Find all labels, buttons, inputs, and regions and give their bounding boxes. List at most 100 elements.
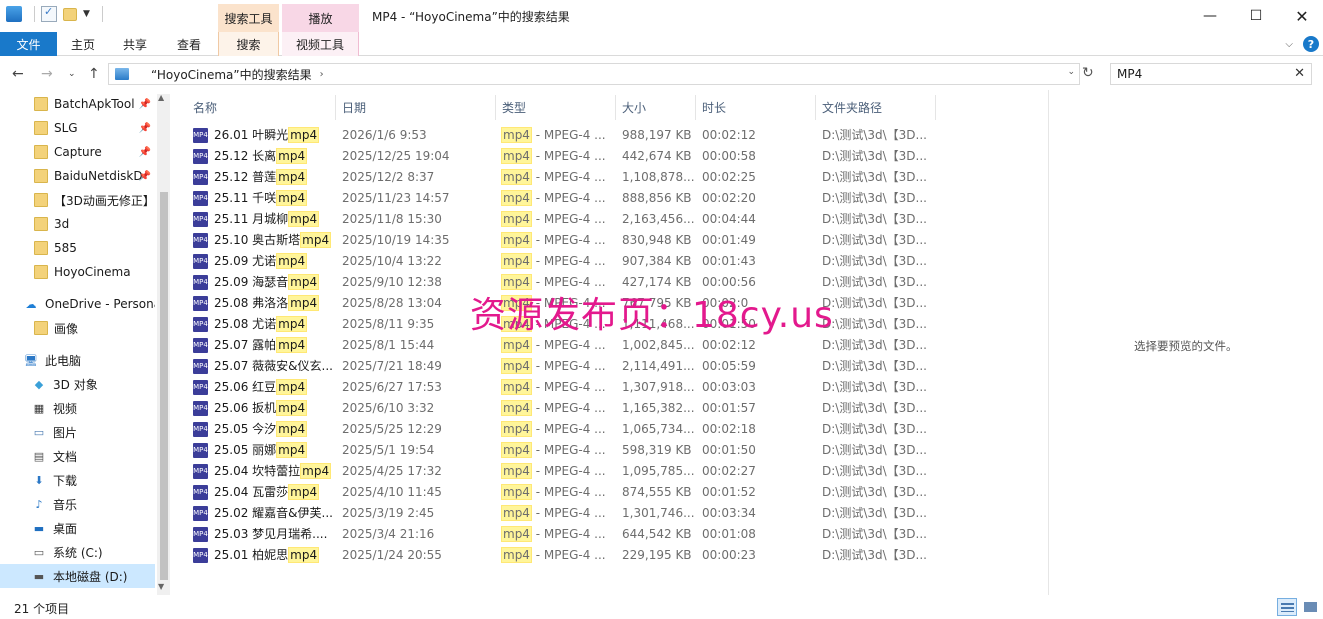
nav-item-batchapktool[interactable]: BatchApkTool 📌 bbox=[0, 92, 155, 116]
file-name-cell[interactable]: MP4 25.05 今汐 mp4 bbox=[193, 419, 338, 440]
refresh-icon[interactable]: ↻ bbox=[1082, 65, 1094, 81]
file-name-cell[interactable]: MP4 25.12 长离 mp4 bbox=[193, 146, 338, 167]
type-cell: mp4 - MPEG-4 ... bbox=[501, 125, 613, 146]
clear-search-icon[interactable]: ✕ bbox=[1294, 66, 1305, 81]
file-name-cell[interactable]: MP4 25.04 坎特蕾拉 mp4 bbox=[193, 461, 338, 482]
file-name-cell[interactable]: MP4 25.08 弗洛洛 mp4 bbox=[193, 293, 338, 314]
file-name-cell[interactable]: MP4 25.04 瓦雷莎 mp4 bbox=[193, 482, 338, 503]
tab-search[interactable]: 搜索 bbox=[218, 32, 279, 56]
table-row[interactable]: MP4 26.01 叶瞬光 mp4 2026/1/6 9:53 mp4 - MPEG-4… bbox=[193, 125, 953, 146]
tab-video-tools[interactable]: 视频工具 bbox=[282, 32, 359, 56]
mp4-file-icon: MP4 bbox=[193, 254, 208, 269]
nav-item-585[interactable]: 585 bbox=[0, 236, 155, 260]
nav-item-hoyocinema[interactable]: HoyoCinema bbox=[0, 260, 155, 284]
scroll-down-arrow-icon[interactable]: ▼ bbox=[158, 582, 164, 591]
nav-item-capture[interactable]: Capture 📌 bbox=[0, 140, 155, 164]
expand-ribbon-chevron-icon[interactable]: ⌵ bbox=[1285, 39, 1293, 50]
help-icon[interactable]: ? bbox=[1303, 36, 1319, 52]
file-name-cell[interactable]: MP4 25.03 梦见月瑞希.... bbox=[193, 524, 338, 545]
file-name-cell[interactable]: MP4 25.07 薇薇安&仪玄... bbox=[193, 356, 338, 377]
nav-item-slg[interactable]: SLG 📌 bbox=[0, 116, 155, 140]
tab-share[interactable]: 共享 bbox=[112, 32, 158, 56]
file-name-cell[interactable]: MP4 25.11 月城柳 mp4 bbox=[193, 209, 338, 230]
table-row[interactable]: MP4 25.07 露帕 mp4 2025/8/1 15:44 mp4 - MPEG-4… bbox=[193, 335, 953, 356]
up-arrow-icon[interactable]: ↑ bbox=[88, 66, 100, 82]
table-row[interactable]: MP4 25.04 瓦雷莎 mp4 2025/4/10 11:45 mp4 - MPEG… bbox=[193, 482, 953, 503]
nav-item-music[interactable]: ♪ 音乐 bbox=[0, 492, 155, 516]
type-cell: mp4 - MPEG-4 ... bbox=[501, 419, 613, 440]
file-name-cell[interactable]: MP4 25.05 丽娜 mp4 bbox=[193, 440, 338, 461]
nav-item-pictures[interactable]: ▭ 图片 bbox=[0, 420, 155, 444]
back-arrow-icon[interactable]: ← bbox=[12, 66, 24, 82]
table-row[interactable]: MP4 25.11 千咲 mp4 2025/11/23 14:57 mp4 - MPEG… bbox=[193, 188, 953, 209]
scroll-up-arrow-icon[interactable]: ▲ bbox=[158, 93, 164, 102]
table-row[interactable]: MP4 25.09 尤诺 mp4 2025/10/4 13:22 mp4 - MPEG-… bbox=[193, 251, 953, 272]
address-bar[interactable]: “HoyoCinema”中的搜索结果 › ⌄ bbox=[108, 63, 1080, 85]
nav-item-downloads[interactable]: ⬇ 下载 bbox=[0, 468, 155, 492]
file-name-cell[interactable]: MP4 25.01 柏妮思 mp4 bbox=[193, 545, 338, 566]
maximize-button[interactable]: ☐ bbox=[1233, 0, 1279, 32]
breadcrumb-chevron-icon[interactable]: › bbox=[320, 69, 324, 80]
tab-home[interactable]: 主页 bbox=[60, 32, 106, 56]
nav-item-pictures-onedrive[interactable]: 画像 bbox=[0, 316, 155, 340]
file-name-cell[interactable]: MP4 25.12 普莲 mp4 bbox=[193, 167, 338, 188]
table-row[interactable]: MP4 25.03 梦见月瑞希.... 2025/3/4 21:16 mp4 - MP… bbox=[193, 524, 953, 545]
column-header-date[interactable]: 日期 bbox=[336, 95, 496, 120]
forward-arrow-icon[interactable]: → bbox=[41, 66, 53, 82]
table-row[interactable]: MP4 25.12 普莲 mp4 2025/12/2 8:37 mp4 - MPEG-4… bbox=[193, 167, 953, 188]
file-name-cell[interactable]: MP4 25.06 扳机 mp4 bbox=[193, 398, 338, 419]
close-button[interactable]: ✕ bbox=[1279, 0, 1323, 32]
table-row[interactable]: MP4 25.06 红豆 mp4 2025/6/27 17:53 mp4 - MPEG-… bbox=[193, 377, 953, 398]
address-dropdown-icon[interactable]: ⌄ bbox=[1067, 67, 1075, 77]
file-name-cell[interactable]: MP4 25.10 奥古斯塔 mp4 bbox=[193, 230, 338, 251]
file-name-cell[interactable]: MP4 26.01 叶瞬光 mp4 bbox=[193, 125, 338, 146]
nav-item-desktop[interactable]: ▬ 桌面 bbox=[0, 516, 155, 540]
minimize-button[interactable]: — bbox=[1187, 0, 1233, 32]
details-view-icon[interactable] bbox=[1277, 598, 1297, 616]
column-header-size[interactable]: 大小 bbox=[616, 95, 696, 120]
file-name-cell[interactable]: MP4 25.09 海瑟音 mp4 bbox=[193, 272, 338, 293]
address-path[interactable]: “HoyoCinema”中的搜索结果 bbox=[151, 66, 312, 83]
type-text: - MPEG-4 ... bbox=[531, 191, 606, 205]
new-folder-icon[interactable] bbox=[63, 7, 77, 21]
table-row[interactable]: MP4 25.12 长离 mp4 2025/12/25 19:04 mp4 - MPEG… bbox=[193, 146, 953, 167]
nav-scrollbar-thumb[interactable] bbox=[160, 192, 168, 580]
properties-icon[interactable] bbox=[41, 5, 57, 22]
nav-item-videos[interactable]: ▦ 视频 bbox=[0, 396, 155, 420]
column-header-folder-path[interactable]: 文件夹路径 bbox=[816, 95, 936, 120]
large-icons-view-icon[interactable] bbox=[1301, 598, 1321, 616]
column-header-duration[interactable]: 时长 bbox=[696, 95, 816, 120]
nav-item-3d[interactable]: 3d bbox=[0, 212, 155, 236]
column-header-type[interactable]: 类型 bbox=[496, 95, 616, 120]
nav-item-3d-anime[interactable]: 【3D动画无修正】 bbox=[0, 188, 155, 212]
table-row[interactable]: MP4 25.05 今汐 mp4 2025/5/25 12:29 mp4 - MPEG-… bbox=[193, 419, 953, 440]
search-input-value[interactable]: MP4 bbox=[1117, 67, 1142, 81]
customize-toolbar-dropdown-icon[interactable]: ▼ bbox=[83, 9, 90, 19]
nav-item-documents[interactable]: ▤ 文档 bbox=[0, 444, 155, 468]
table-row[interactable]: MP4 25.11 月城柳 mp4 2025/11/8 15:30 mp4 - MPEG… bbox=[193, 209, 953, 230]
search-input[interactable]: MP4 ✕ bbox=[1110, 63, 1312, 85]
table-row[interactable]: MP4 25.05 丽娜 mp4 2025/5/1 19:54 mp4 - MPEG-4… bbox=[193, 440, 953, 461]
file-name-cell[interactable]: MP4 25.08 尤诺 mp4 bbox=[193, 314, 338, 335]
nav-item-drive-d[interactable]: ▬ 本地磁盘 (D:) bbox=[0, 564, 155, 588]
table-row[interactable]: MP4 25.04 坎特蕾拉 mp4 2025/4/25 17:32 mp4 - MPE… bbox=[193, 461, 953, 482]
table-row[interactable]: MP4 25.06 扳机 mp4 2025/6/10 3:32 mp4 - MPEG-4… bbox=[193, 398, 953, 419]
file-name-cell[interactable]: MP4 25.02 耀嘉音&伊芙... bbox=[193, 503, 338, 524]
table-row[interactable]: MP4 25.07 薇薇安&仪玄... 2025/7/21 18:49 mp4 - M… bbox=[193, 356, 953, 377]
table-row[interactable]: MP4 25.02 耀嘉音&伊芙... 2025/3/19 2:45 mp4 - MP… bbox=[193, 503, 953, 524]
file-name-cell[interactable]: MP4 25.11 千咲 mp4 bbox=[193, 188, 338, 209]
file-name-cell[interactable]: MP4 25.06 红豆 mp4 bbox=[193, 377, 338, 398]
table-row[interactable]: MP4 25.10 奥古斯塔 mp4 2025/10/19 14:35 mp4 - MP… bbox=[193, 230, 953, 251]
nav-item-this-pc[interactable]: 🖥 此电脑 bbox=[0, 348, 155, 372]
tab-file[interactable]: 文件 bbox=[0, 32, 57, 56]
nav-item-3d-objects[interactable]: ◆ 3D 对象 bbox=[0, 372, 155, 396]
column-header-name[interactable]: 名称 bbox=[187, 95, 336, 120]
table-row[interactable]: MP4 25.01 柏妮思 mp4 2025/1/24 20:55 mp4 - MPEG… bbox=[193, 545, 953, 566]
tab-view[interactable]: 查看 bbox=[166, 32, 212, 56]
nav-item-onedrive[interactable]: ☁ OneDrive - Persona bbox=[0, 292, 156, 316]
nav-item-baidunetdisk[interactable]: BaiduNetdiskD 📌 bbox=[0, 164, 155, 188]
file-name-cell[interactable]: MP4 25.07 露帕 mp4 bbox=[193, 335, 338, 356]
recent-locations-chevron-icon[interactable]: ⌄ bbox=[68, 69, 76, 79]
file-name-cell[interactable]: MP4 25.09 尤诺 mp4 bbox=[193, 251, 338, 272]
nav-item-drive-c[interactable]: ▭ 系统 (C:) bbox=[0, 540, 155, 564]
